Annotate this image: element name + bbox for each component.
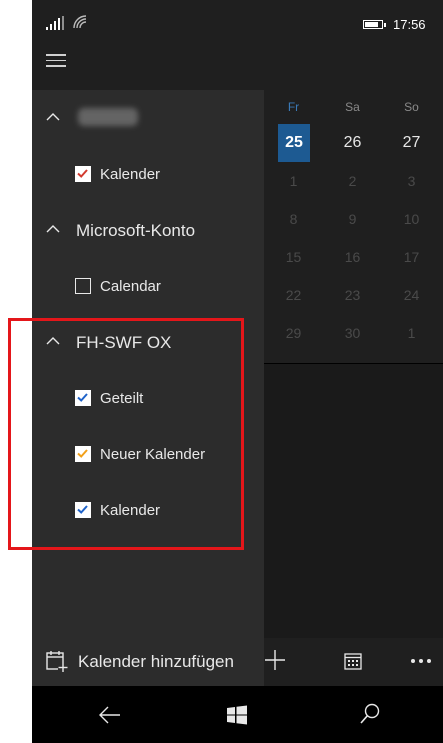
system-nav-bar: [32, 686, 443, 743]
search-icon[interactable]: [360, 703, 380, 725]
chevron-up-icon: [46, 225, 60, 233]
wifi-icon: [73, 15, 87, 29]
calendar-label: Kalender: [100, 166, 161, 183]
calendar-view-icon[interactable]: [344, 652, 362, 670]
day-cell-today[interactable]: 25: [278, 124, 310, 162]
weekday-label: Fr: [287, 100, 300, 114]
day-cell[interactable]: 22: [264, 276, 323, 314]
day-cell[interactable]: 30: [323, 314, 382, 352]
weekday-label: Sa: [345, 100, 360, 114]
week-row: 15 16 17: [264, 238, 443, 276]
windows-icon[interactable]: [227, 705, 247, 725]
day-cell[interactable]: 26: [323, 124, 382, 162]
week-row: 25 26 27: [264, 124, 443, 162]
clock: 17:56: [393, 17, 426, 32]
plus-icon[interactable]: [264, 649, 286, 671]
day-cell[interactable]: 16: [323, 238, 382, 276]
day-cell[interactable]: 2: [323, 162, 382, 200]
week-row: 1 2 3: [264, 162, 443, 200]
day-cell[interactable]: 23: [323, 276, 382, 314]
highlight-annotation: [8, 318, 244, 550]
app-bar: Kalender hinzufügen: [32, 638, 443, 686]
back-icon[interactable]: [98, 704, 122, 726]
checkbox-icon[interactable]: [75, 278, 91, 294]
day-cell[interactable]: 1: [264, 162, 323, 200]
month-calendar: Fr Sa So 25 26 27 1 2 3 8 9 10 15 16 17 …: [264, 90, 443, 638]
day-cell[interactable]: 15: [264, 238, 323, 276]
battery-icon: [363, 20, 386, 29]
add-calendar-icon: [46, 651, 68, 672]
account-name: Microsoft-Konto: [76, 221, 196, 240]
day-cell[interactable]: 24: [382, 276, 441, 314]
account-header[interactable]: Microsoft-Konto: [32, 202, 264, 258]
calendar-item[interactable]: Kalender: [32, 146, 264, 202]
add-calendar-button[interactable]: Kalender hinzufügen: [32, 638, 264, 686]
calendar-label: Calendar: [100, 278, 161, 295]
day-cell[interactable]: 9: [323, 200, 382, 238]
battery-level: [365, 22, 378, 27]
hamburger-icon[interactable]: [46, 54, 66, 70]
weekday-label: So: [404, 100, 419, 114]
day-cell[interactable]: 27: [382, 124, 441, 162]
status-bar: 17:56: [32, 0, 443, 44]
day-cell[interactable]: 8: [264, 200, 323, 238]
day-cell[interactable]: 3: [382, 162, 441, 200]
weekday-header: Fr Sa So: [264, 90, 443, 120]
more-icon[interactable]: [410, 656, 432, 666]
day-cell[interactable]: 29: [264, 314, 323, 352]
week-row: 29 30 1: [264, 314, 443, 352]
day-cell[interactable]: 1: [382, 314, 441, 352]
day-cell[interactable]: 17: [382, 238, 441, 276]
chevron-up-icon: [46, 113, 60, 121]
checkbox-icon[interactable]: [75, 166, 91, 182]
redacted-account-name: [78, 108, 138, 126]
week-row: 8 9 10: [264, 200, 443, 238]
add-calendar-label: Kalender hinzufügen: [78, 652, 234, 671]
calendar-item[interactable]: Calendar: [32, 258, 264, 314]
signal-icon: [46, 16, 64, 30]
day-cell[interactable]: 10: [382, 200, 441, 238]
agenda-area: [264, 364, 443, 638]
week-row: 22 23 24: [264, 276, 443, 314]
account-header[interactable]: [32, 90, 264, 146]
